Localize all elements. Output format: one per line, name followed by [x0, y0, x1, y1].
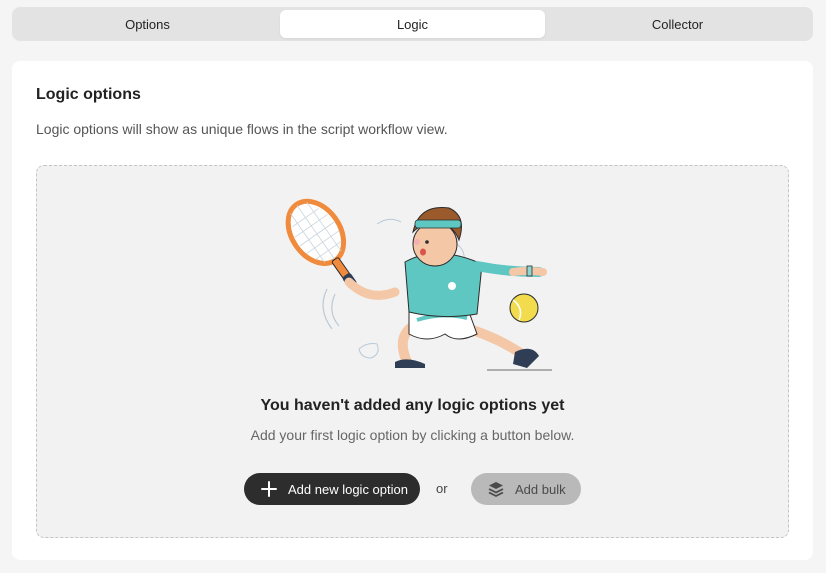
tennis-player-illustration: [285, 198, 552, 371]
empty-state-actions: Add new logic option or Add bulk: [37, 473, 788, 505]
add-new-logic-option-label: Add new logic option: [288, 481, 408, 497]
section-title: Logic options: [36, 86, 141, 103]
tab-logic[interactable]: Logic: [280, 10, 545, 38]
add-bulk-label: Add bulk: [515, 481, 566, 497]
empty-state-title: You haven't added any logic options yet: [260, 397, 565, 414]
empty-state-subtitle: Add your first logic option by clicking …: [250, 427, 575, 443]
plus-icon: [260, 480, 278, 498]
logic-options-card: Logic options Logic options will show as…: [12, 61, 813, 560]
add-bulk-button[interactable]: Add bulk: [471, 473, 581, 505]
tab-collector[interactable]: Collector: [545, 10, 810, 38]
tab-options[interactable]: Options: [15, 10, 280, 38]
or-separator: or: [436, 481, 448, 496]
empty-state: You haven't added any logic options yet …: [36, 165, 789, 538]
tab-bar: Options Logic Collector: [12, 7, 813, 41]
layers-icon: [487, 480, 505, 498]
add-new-logic-option-button[interactable]: Add new logic option: [244, 473, 420, 505]
section-description: Logic options will show as unique flows …: [36, 121, 448, 137]
